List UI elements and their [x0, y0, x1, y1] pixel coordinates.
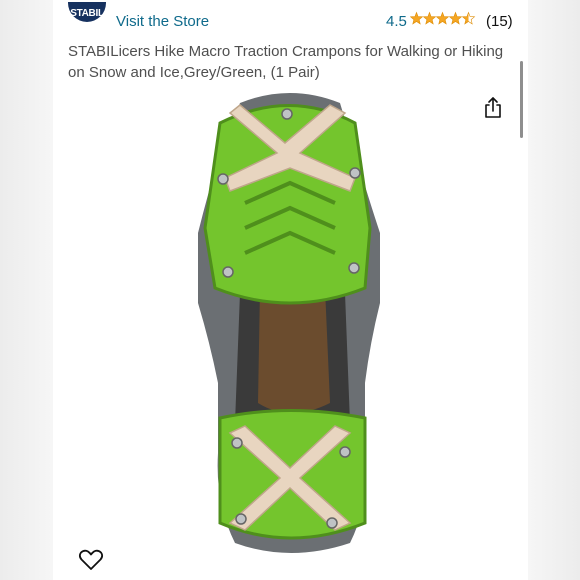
- heart-icon[interactable]: [78, 548, 104, 572]
- star-rating-icon[interactable]: [410, 11, 476, 29]
- left-background: [0, 0, 53, 580]
- rating-value[interactable]: 4.5: [386, 13, 407, 30]
- rating-count[interactable]: (15): [486, 13, 513, 30]
- star-icon: [448, 11, 463, 25]
- product-image[interactable]: [180, 83, 400, 563]
- star-icon: [422, 11, 437, 25]
- scrollbar[interactable]: [520, 61, 523, 138]
- product-title: STABILicers Hike Macro Traction Crampons…: [68, 43, 504, 81]
- star-icon: [435, 11, 450, 25]
- star-icon: [410, 11, 424, 25]
- right-background: [528, 0, 580, 580]
- brand-logo[interactable]: STABIL: [68, 2, 106, 26]
- share-icon[interactable]: [481, 96, 505, 120]
- brand-logo-text: STABIL: [70, 8, 104, 19]
- half-star-icon: [461, 11, 476, 25]
- visit-store-link[interactable]: Visit the Store: [116, 13, 209, 30]
